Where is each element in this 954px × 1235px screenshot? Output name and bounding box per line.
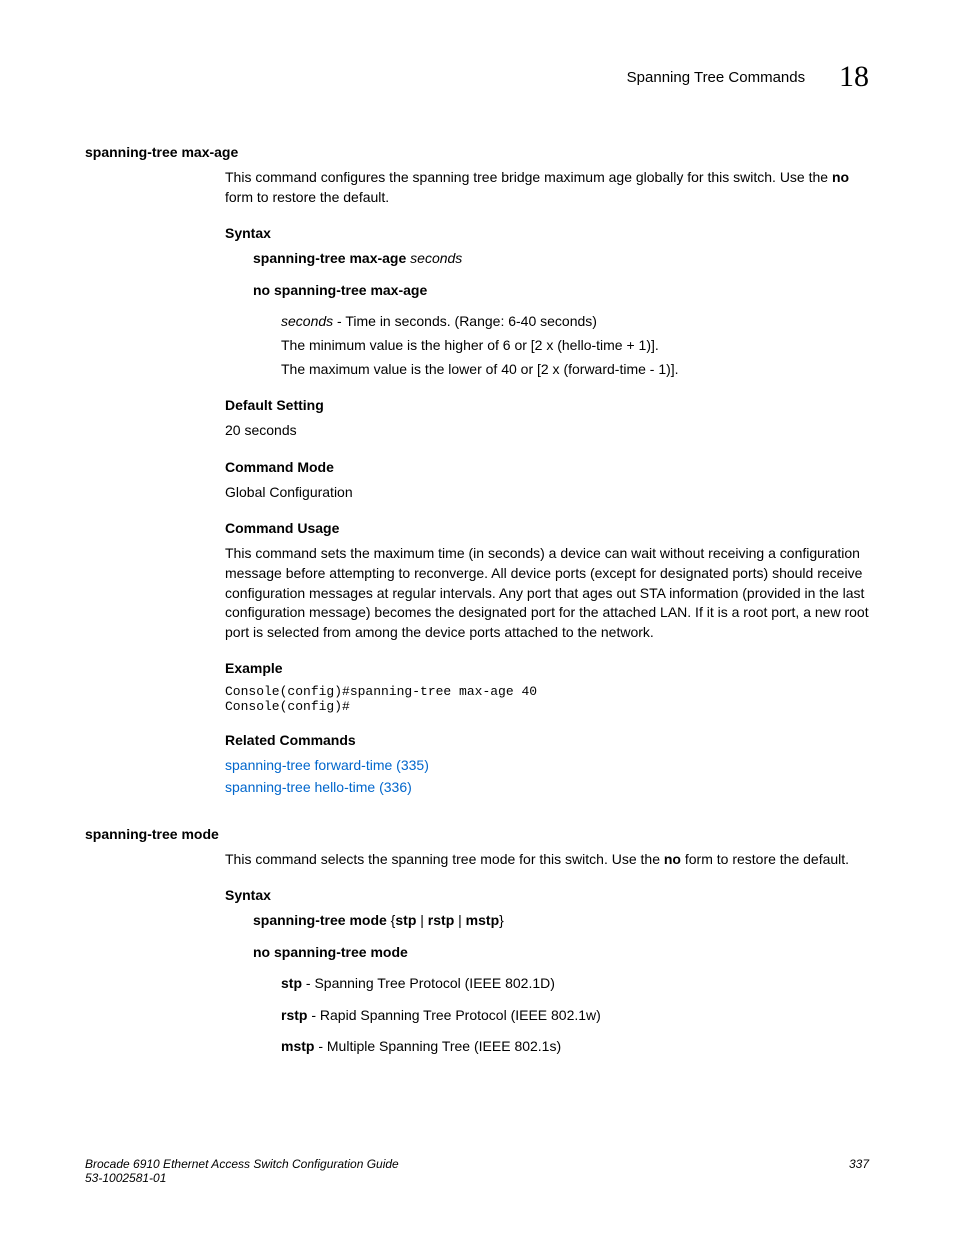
syntax-heading: Syntax — [225, 887, 869, 903]
usage-heading: Command Usage — [225, 520, 869, 536]
param-line: The maximum value is the lower of 40 or … — [281, 360, 869, 380]
option-line: stp - Spanning Tree Protocol (IEEE 802.1… — [281, 974, 869, 994]
syntax-heading: Syntax — [225, 225, 869, 241]
footer-docnum: 53-1002581-01 — [85, 1171, 869, 1185]
command-title-mode: spanning-tree mode — [85, 826, 869, 842]
default-text: 20 seconds — [225, 421, 869, 441]
syntax-line: spanning-tree mode {stp | rstp | mstp} — [253, 911, 869, 931]
chapter-number: 18 — [839, 60, 869, 94]
footer-title: Brocade 6910 Ethernet Access Switch Conf… — [85, 1157, 869, 1171]
syntax-line: spanning-tree max-age seconds — [253, 249, 869, 269]
page-number: 337 — [849, 1157, 869, 1171]
option-line: rstp - Rapid Spanning Tree Protocol (IEE… — [281, 1006, 869, 1026]
default-heading: Default Setting — [225, 397, 869, 413]
command-description: This command configures the spanning tre… — [225, 168, 869, 207]
related-heading: Related Commands — [225, 732, 869, 748]
command-description: This command selects the spanning tree m… — [225, 850, 869, 870]
related-link[interactable]: spanning-tree forward-time (335) — [225, 757, 429, 773]
option-line: mstp - Multiple Spanning Tree (IEEE 802.… — [281, 1037, 869, 1057]
mode-heading: Command Mode — [225, 459, 869, 475]
example-code: Console(config)#spanning-tree max-age 40… — [225, 684, 869, 714]
page-header: Spanning Tree Commands 18 — [85, 60, 869, 94]
example-heading: Example — [225, 660, 869, 676]
page-footer: 337 Brocade 6910 Ethernet Access Switch … — [85, 1157, 869, 1185]
param-line: seconds - Time in seconds. (Range: 6-40 … — [281, 312, 869, 332]
syntax-line: no spanning-tree max-age — [253, 281, 869, 301]
syntax-line: no spanning-tree mode — [253, 943, 869, 963]
header-section: Spanning Tree Commands — [627, 69, 805, 86]
related-link[interactable]: spanning-tree hello-time (336) — [225, 779, 412, 795]
command-title-max-age: spanning-tree max-age — [85, 144, 869, 160]
param-line: The minimum value is the higher of 6 or … — [281, 336, 869, 356]
usage-text: This command sets the maximum time (in s… — [225, 544, 869, 642]
mode-text: Global Configuration — [225, 483, 869, 503]
